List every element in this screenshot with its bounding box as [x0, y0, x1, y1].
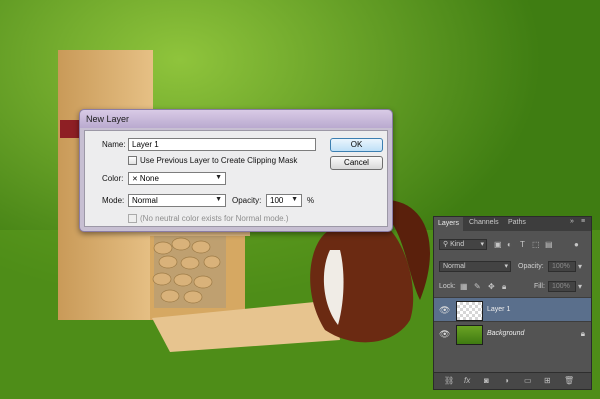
lock-move-icon[interactable]: ✥ [488, 282, 495, 291]
panel-opacity-value: 100% [552, 263, 570, 270]
lock-all-icon[interactable]: 🔒︎ [502, 282, 506, 292]
lock-brush-icon[interactable]: ✎ [474, 282, 481, 291]
cancel-button[interactable]: Cancel [330, 156, 383, 170]
color-value: None [139, 174, 159, 183]
kind-label: Kind [450, 241, 465, 248]
blend-mode-select[interactable]: Normal ▾ [439, 261, 511, 272]
layer-name-input[interactable]: Layer 1 [128, 138, 316, 151]
lock-label: Lock: [439, 283, 456, 290]
dialog-body: Name: Layer 1 Use Previous Layer to Crea… [84, 130, 388, 227]
layer-row[interactable]: 👁︎ Layer 1 [434, 297, 591, 322]
no-color-icon: ✕ [132, 176, 140, 183]
adjustment-layer-icon[interactable]: ◑ [504, 376, 509, 385]
panel-tab-bar: Layers Channels Paths » ≡ [434, 217, 591, 232]
chevron-down-icon[interactable]: ▾ [578, 282, 582, 291]
link-icon[interactable]: ⛓︎ [444, 376, 454, 385]
blend-mode-value: Normal [443, 263, 466, 270]
filter-toggle-icon[interactable]: ● [574, 240, 579, 249]
lock-transparency-icon[interactable]: ▦ [460, 282, 468, 291]
layer-name[interactable]: Layer 1 [487, 306, 510, 313]
shape-filter-icon[interactable]: ⬚ [532, 240, 540, 249]
tab-paths[interactable]: Paths [508, 219, 526, 226]
neutral-color-checkbox[interactable] [128, 214, 137, 223]
color-label: Color: [102, 174, 124, 183]
new-group-icon[interactable]: ▭ [524, 376, 532, 385]
layer-thumbnail [456, 325, 483, 345]
name-label: Name: [102, 140, 126, 149]
neutral-color-note: (No neutral color exists for Normal mode… [140, 214, 289, 223]
type-filter-icon[interactable]: T [520, 240, 525, 249]
fill-label: Fill: [534, 283, 545, 290]
clipping-mask-checkbox[interactable] [128, 156, 137, 165]
mode-value: Normal [132, 196, 158, 205]
panel-menu-icon[interactable]: ≡ [581, 218, 585, 225]
pixel-filter-icon[interactable]: ▣ [494, 240, 502, 249]
chevron-down-icon: ▼ [215, 174, 222, 181]
layers-panel: Layers Channels Paths » ≡ ⚲ Kind ▾ ▣ ◐ T… [433, 216, 592, 390]
fx-icon[interactable]: fx [464, 376, 470, 385]
chevron-down-icon: ▾ [480, 241, 484, 248]
kind-filter-select[interactable]: ⚲ Kind ▾ [439, 239, 487, 250]
eye-icon[interactable]: 👁︎ [439, 329, 450, 340]
chevron-down-icon: ▼ [215, 196, 222, 203]
mode-select[interactable]: Normal ▼ [128, 194, 226, 207]
chevron-down-icon[interactable]: ▾ [578, 262, 582, 271]
smart-object-filter-icon[interactable]: ▤ [545, 240, 553, 249]
mode-label: Mode: [102, 196, 125, 205]
tab-layers[interactable]: Layers [434, 217, 464, 232]
eye-icon[interactable]: 👁︎ [439, 305, 450, 316]
opacity-input[interactable]: 100 ▼ [266, 194, 302, 207]
chevron-down-icon: ▼ [291, 196, 298, 203]
opacity-unit: % [307, 196, 315, 205]
lock-icon: 🔒︎ [580, 329, 585, 338]
add-mask-icon[interactable]: ◙ [484, 376, 489, 385]
opacity-label: Opacity: [232, 196, 262, 205]
panel-opacity-label: Opacity: [518, 263, 544, 270]
panel-footer: ⛓︎ fx ◙ ◑ ▭ ⊞ 🗑︎ [434, 372, 591, 389]
panel-opacity-input[interactable]: 100% [548, 261, 576, 272]
chevron-down-icon: ▾ [504, 263, 508, 270]
new-layer-dialog: New Layer Name: Layer 1 Use Previous Lay… [79, 109, 393, 232]
layer-name[interactable]: Background [487, 330, 524, 337]
dialog-titlebar[interactable]: New Layer [80, 110, 392, 128]
color-select[interactable]: ✕ None ▼ [128, 172, 226, 185]
fill-value: 100% [552, 283, 570, 290]
adjustment-filter-icon[interactable]: ◐ [507, 240, 512, 249]
trash-icon[interactable]: 🗑︎ [564, 376, 574, 385]
layer-thumbnail [456, 301, 483, 321]
fill-input[interactable]: 100% [548, 281, 576, 292]
opacity-value: 100 [270, 196, 284, 205]
ok-button[interactable]: OK [330, 138, 383, 152]
clipping-mask-label: Use Previous Layer to Create Clipping Ma… [140, 156, 298, 165]
tab-channels[interactable]: Channels [469, 219, 499, 226]
new-layer-icon[interactable]: ⊞ [544, 376, 551, 385]
dialog-title: New Layer [86, 114, 130, 124]
layer-row[interactable]: 👁︎ Background 🔒︎ [434, 321, 591, 346]
collapse-icon[interactable]: » [570, 218, 574, 225]
